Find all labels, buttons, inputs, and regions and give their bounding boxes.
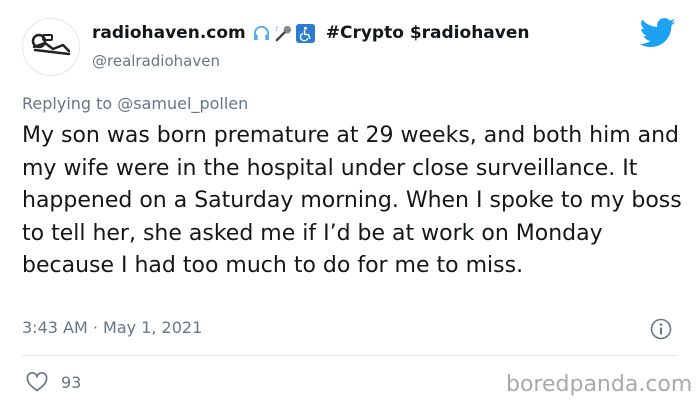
svg-text:♪: ♪ xyxy=(275,25,279,32)
microphone-icon: ♪ xyxy=(274,24,293,43)
wheelchair-icon xyxy=(295,23,315,43)
author-name-line[interactable]: radiohaven.com ♪ #Crypto $radiohaven xyxy=(92,23,529,43)
avatar[interactable] xyxy=(22,18,80,76)
twitter-logo-icon[interactable] xyxy=(640,18,676,48)
replying-to[interactable]: Replying to @samuel_pollen xyxy=(22,94,248,113)
author-display-name[interactable]: radiohaven.com xyxy=(92,23,246,43)
like-button[interactable]: 93 xyxy=(25,370,81,394)
watermark: boredpanda.com xyxy=(506,372,693,397)
headphones-icon xyxy=(252,24,271,43)
tweet-text: My son was born premature at 29 weeks, a… xyxy=(22,123,682,278)
info-icon[interactable] xyxy=(650,318,672,340)
author-name-tags: #Crypto $radiohaven xyxy=(325,23,530,43)
tweet-timestamp[interactable]: 3:43 AM · May 1, 2021 xyxy=(22,318,202,337)
author-handle[interactable]: @realradiohaven xyxy=(92,52,220,70)
heart-icon[interactable] xyxy=(25,370,49,394)
divider xyxy=(22,355,678,356)
like-count: 93 xyxy=(61,372,82,392)
